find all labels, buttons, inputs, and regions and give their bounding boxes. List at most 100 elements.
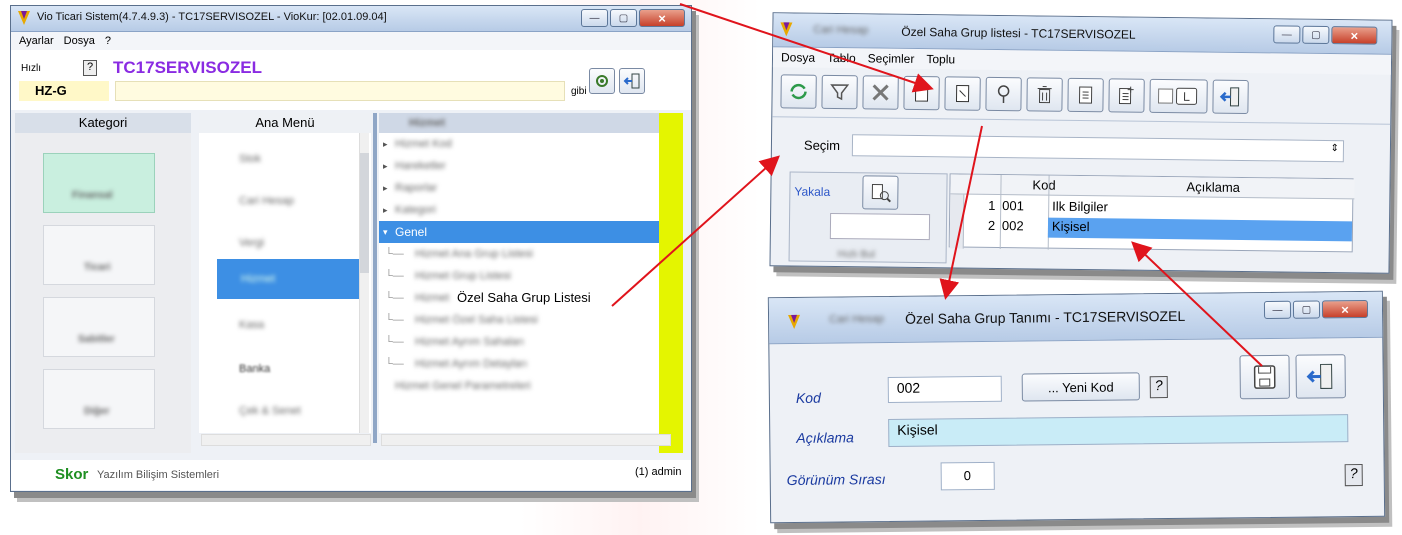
ana-menu-panel: Stok Cari Hesap Vergi Hizmet Kasa Banka …: [199, 133, 371, 433]
tree-item[interactable]: ▸ Hareketler: [379, 155, 661, 177]
secim-label: Seçim: [803, 137, 841, 154]
tree-hscrollbar[interactable]: [381, 434, 671, 446]
form-title: Özel Saha Grup Tanımı - TC17SERVISOZEL: [904, 307, 1186, 327]
tree-item[interactable]: └— Hizmet Ana Grup Listesi: [379, 243, 661, 265]
yeni-kod-button[interactable]: ... Yeni Kod: [1021, 372, 1140, 402]
col-header-aciklama[interactable]: Açıklama: [1186, 179, 1240, 195]
menu-secimler[interactable]: Seçimler: [868, 51, 915, 66]
footer-text: Yazılım Bilişim Sistemleri: [97, 469, 220, 481]
secim-input[interactable]: ⇕: [851, 134, 1345, 163]
help-icon[interactable]: ?: [83, 60, 97, 76]
col-header-kod[interactable]: Kod: [1032, 177, 1055, 192]
gorunum-sirasi-label: Görünüm Sırası: [786, 471, 886, 489]
form-window: Cari Hesap Özel Saha Grup Tanımı - TC17S…: [767, 290, 1386, 524]
aciklama-label: Açıklama: [796, 429, 854, 446]
tree-item[interactable]: ▸ Kategori: [379, 199, 661, 221]
edit-record-icon[interactable]: [944, 76, 981, 111]
tree-item[interactable]: └— Hizmet Özel Saha Listesi: [379, 309, 661, 331]
category-ticari[interactable]: Ticari: [43, 225, 155, 285]
tree-item[interactable]: └— Hizmet Ayrım Sahaları: [379, 331, 661, 353]
exit-door-icon[interactable]: [1295, 354, 1346, 399]
settings-gear-icon[interactable]: [589, 68, 615, 94]
ana-menu-header: Ana Menü: [199, 113, 371, 133]
menu-ayarlar[interactable]: Ayarlar: [19, 35, 54, 47]
exit-door-icon[interactable]: [619, 68, 645, 94]
yakala-input[interactable]: [829, 212, 931, 241]
filter-icon[interactable]: [821, 74, 858, 110]
vio-logo-icon: [780, 22, 793, 37]
menu-dosya[interactable]: Dosya: [781, 50, 815, 64]
tree-item[interactable]: ▸ Hizmet Kod: [379, 133, 661, 155]
close-button[interactable]: ×: [1321, 299, 1369, 319]
close-button[interactable]: ×: [639, 9, 685, 27]
menu-scrollbar[interactable]: [359, 133, 369, 433]
report-icon[interactable]: [1108, 78, 1145, 113]
menu-item[interactable]: Çek & Senet: [239, 405, 301, 417]
tree-item[interactable]: └— Hizmet Ayrım Detayları: [379, 353, 661, 375]
list-toolbar: [780, 71, 1249, 117]
category-sabitler[interactable]: Sabitler: [43, 297, 155, 357]
main-titlebar: Vio Ticari Sistem(4.7.4.9.3) - TC17SERVI…: [11, 6, 691, 32]
quick-search-input[interactable]: [115, 81, 565, 101]
menu-item[interactable]: Banka: [239, 363, 270, 375]
category-finansal[interactable]: Finansal: [43, 153, 155, 213]
list-window: Cari Hesap Özel Saha Grup listesi - TC17…: [769, 12, 1393, 274]
menu-item[interactable]: Vergi: [239, 237, 264, 249]
menu-item[interactable]: Kasa: [239, 319, 264, 331]
tree-item[interactable]: └— Hizmet Özel Saha Grup Listesi: [379, 287, 661, 309]
minimize-button[interactable]: —: [1263, 300, 1292, 320]
kod-label: Kod: [795, 389, 821, 406]
table-row-selected[interactable]: 2 002 Kişisel: [964, 217, 1353, 242]
list-title: Özel Saha Grup listesi - TC17SERVISOZEL: [901, 24, 1136, 42]
menu-item[interactable]: Cari Hesap: [239, 195, 294, 207]
maximize-button[interactable]: ▢: [1302, 25, 1330, 45]
tree-item[interactable]: ▾ Genel: [379, 221, 661, 243]
menu-tablo[interactable]: Tablo: [827, 51, 856, 65]
tree-item[interactable]: ▸ Raporlar: [379, 177, 661, 199]
maximize-button[interactable]: ▢: [610, 9, 637, 27]
new-record-icon[interactable]: [903, 75, 940, 111]
menu-hscrollbar[interactable]: [201, 434, 371, 446]
kod-input[interactable]: 002: [887, 375, 1002, 403]
search-suffix: gibi: [571, 86, 587, 97]
yakala-search-icon[interactable]: [862, 175, 899, 210]
tree-header: Hizmet: [379, 113, 661, 133]
gorunum-sirasi-input[interactable]: 0: [940, 461, 995, 491]
minimize-button[interactable]: —: [581, 9, 608, 27]
list-grid: Kod Açıklama 1 001 Ilk Bilgiler 2 002 Ki…: [948, 173, 1355, 253]
list-mode-toggle[interactable]: [1149, 78, 1208, 114]
tree-item[interactable]: Hizmet Genel Parametreleri: [379, 375, 661, 397]
quick-label: Hızlı: [21, 63, 41, 74]
category-diger[interactable]: Diğer: [43, 369, 155, 429]
save-icon[interactable]: [1239, 354, 1290, 400]
close-button[interactable]: ×: [1331, 26, 1378, 45]
exit-door-icon[interactable]: [1212, 79, 1249, 115]
aciklama-input[interactable]: Kişisel: [888, 414, 1349, 447]
menu-item[interactable]: Stok: [239, 153, 261, 165]
copy-record-icon[interactable]: [1067, 77, 1104, 113]
menu-help[interactable]: ?: [105, 35, 111, 47]
menu-dosya[interactable]: Dosya: [64, 35, 95, 47]
panel-splitter[interactable]: [373, 113, 377, 443]
kategori-header: Kategori: [15, 113, 191, 133]
search-icon[interactable]: [985, 76, 1022, 112]
minimize-button[interactable]: —: [1273, 25, 1301, 44]
main-menubar: Ayarlar Dosya ?: [11, 32, 691, 50]
tree-panel: ▸ Hizmet Kod ▸ Hareketler ▸ Raporlar ▸ Kategori…: [379, 133, 661, 433]
hz-code-field[interactable]: HZ-G: [19, 81, 109, 101]
main-title: Vio Ticari Sistem(4.7.4.9.3) - TC17SERVI…: [37, 11, 387, 23]
yellow-side-bar: [659, 113, 683, 453]
clear-filter-icon[interactable]: [862, 75, 899, 110]
menu-item-hizmet-selected[interactable]: Hizmet: [217, 259, 363, 299]
delete-icon[interactable]: [1026, 77, 1063, 112]
help-icon[interactable]: ?: [1344, 464, 1363, 487]
title-prefix: Cari Hesap: [813, 23, 869, 37]
footer-brand: Skor: [55, 466, 89, 483]
maximize-button[interactable]: ▢: [1292, 300, 1321, 319]
refresh-icon[interactable]: [780, 74, 817, 109]
tree-item[interactable]: └— Hizmet Grup Listesi: [379, 265, 661, 287]
status-bar: Skor Yazılım Bilişim Sistemleri (1) admi…: [11, 460, 691, 490]
help-icon[interactable]: ?: [1149, 376, 1168, 399]
form-titlebar: Cari Hesap Özel Saha Grup Tanımı - TC17S…: [768, 291, 1383, 345]
menu-toplu[interactable]: Toplu: [926, 52, 955, 66]
